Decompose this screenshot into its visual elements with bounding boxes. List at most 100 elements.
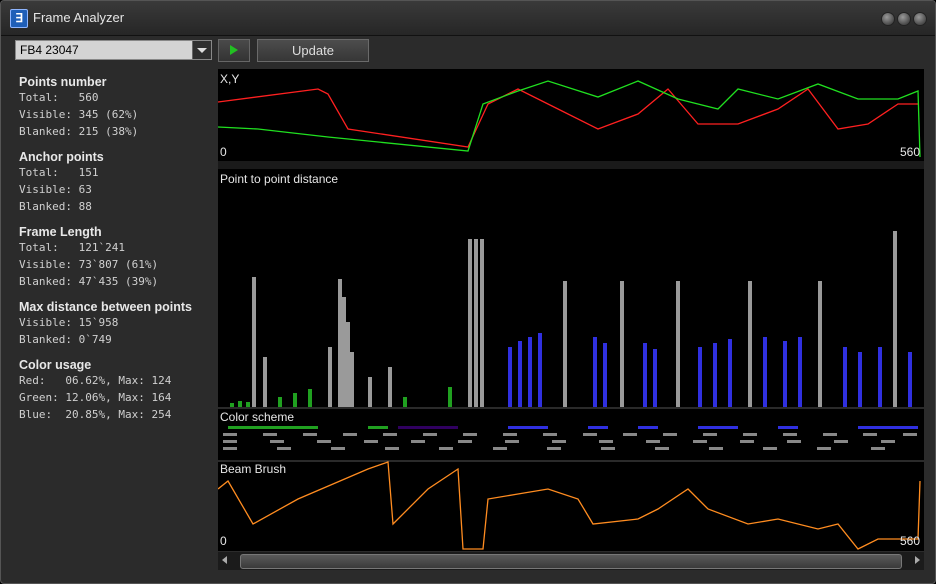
color-scheme-label: Color scheme — [220, 410, 295, 424]
distance-bar — [350, 352, 354, 407]
scheme-marker — [343, 433, 357, 436]
scheme-marker — [783, 433, 797, 436]
distance-bar — [620, 281, 624, 407]
chevron-down-icon[interactable] — [192, 41, 211, 59]
xy-axis-max: 560 — [900, 145, 921, 159]
scheme-marker — [623, 433, 637, 436]
scheme-marker — [223, 433, 237, 436]
distance-bar — [763, 337, 767, 407]
scheme-marker — [463, 433, 477, 436]
distance-bar — [563, 281, 567, 407]
color-scheme-segment — [698, 426, 738, 429]
app-logo-icon: ∃ — [10, 9, 28, 28]
scheme-marker — [583, 433, 597, 436]
scheme-marker — [817, 447, 831, 450]
points-number-heading: Points number — [19, 75, 107, 89]
color-scheme-segment — [398, 426, 458, 429]
distance-bar — [263, 357, 267, 407]
distance-bar — [338, 279, 342, 407]
distance-bar — [278, 397, 282, 407]
scheme-marker — [881, 440, 895, 443]
distance-bar — [643, 343, 647, 407]
scheme-marker — [663, 433, 677, 436]
distance-bar — [893, 231, 897, 407]
distance-bar — [508, 347, 512, 407]
maximize-button[interactable] — [897, 12, 911, 26]
y-trace — [217, 80, 921, 158]
scheme-marker — [763, 447, 777, 450]
frame-select[interactable]: FB4 23047 — [15, 40, 212, 60]
scheme-marker — [743, 433, 757, 436]
update-button[interactable]: Update — [257, 39, 369, 62]
scheme-marker — [277, 447, 291, 450]
scheme-marker — [601, 447, 615, 450]
distance-bar — [908, 352, 912, 407]
distance-bar — [798, 337, 802, 407]
points-blanked: Blanked: 215 (38%) — [19, 125, 139, 138]
distance-bar — [293, 393, 297, 407]
brush-axis-min: 0 — [220, 534, 227, 548]
distance-bar — [728, 339, 732, 407]
anchor-visible: Visible: 63 — [19, 183, 92, 196]
distance-bar — [388, 367, 392, 407]
scheme-marker — [903, 433, 917, 436]
scheme-marker — [505, 440, 519, 443]
distance-bar — [480, 239, 484, 407]
distance-bar — [368, 377, 372, 407]
frame-length-heading: Frame Length — [19, 225, 102, 239]
distance-bar — [468, 239, 472, 407]
maxdist-visible: Visible: 15`958 — [19, 316, 119, 329]
minimize-button[interactable] — [881, 12, 895, 26]
scheme-marker — [331, 447, 345, 450]
distance-bar — [818, 281, 822, 407]
color-blue: Blue: 20.85%, Max: 254 — [19, 408, 172, 421]
distance-bar — [538, 333, 542, 407]
stats-panel: Points number Total: 560 Visible: 345 (6… — [19, 67, 219, 425]
distance-bar — [328, 347, 332, 407]
scheme-marker — [552, 440, 566, 443]
window-title: Frame Analyzer — [33, 10, 125, 25]
distance-plot-label: Point to point distance — [220, 172, 339, 186]
distance-bar — [403, 397, 407, 407]
play-button[interactable] — [218, 39, 250, 62]
distance-bar — [238, 401, 242, 407]
scheme-marker — [871, 447, 885, 450]
distance-bar — [843, 347, 847, 407]
scroll-right-icon[interactable] — [915, 556, 920, 564]
points-visible: Visible: 345 (62%) — [19, 108, 139, 121]
color-usage-heading: Color usage — [19, 358, 92, 372]
scheme-marker — [439, 447, 453, 450]
scheme-marker — [709, 447, 723, 450]
scheme-marker — [303, 433, 317, 436]
length-total: Total: 121`241 — [19, 241, 125, 254]
scheme-marker — [223, 440, 237, 443]
color-scheme-segment — [858, 426, 918, 429]
scheme-marker — [863, 433, 877, 436]
distance-bar — [593, 337, 597, 407]
distance-bar — [518, 341, 522, 407]
scheme-marker — [787, 440, 801, 443]
points-total: Total: 560 — [19, 91, 99, 104]
distance-bar — [308, 389, 312, 407]
distance-bar — [346, 322, 350, 407]
title-bar[interactable]: ∃ Frame Analyzer — [1, 1, 935, 36]
scheme-marker — [458, 440, 472, 443]
scroll-left-icon[interactable] — [222, 556, 227, 564]
length-blanked: Blanked: 47`435 (39%) — [19, 275, 159, 288]
scheme-marker — [385, 447, 399, 450]
distance-bar — [653, 349, 657, 407]
scheme-marker — [503, 433, 517, 436]
distance-bar — [878, 347, 882, 407]
maxdist-blanked: Blanked: 0`749 — [19, 333, 112, 346]
distance-bar — [474, 239, 478, 407]
scheme-marker — [383, 433, 397, 436]
close-button[interactable] — [913, 12, 927, 26]
scheme-marker — [364, 440, 378, 443]
horizontal-scrollbar[interactable] — [218, 552, 924, 570]
scheme-marker — [646, 440, 660, 443]
plot-area[interactable]: X,Y 0 560 Point to point distance Color … — [217, 69, 924, 551]
scheme-marker — [834, 440, 848, 443]
scheme-marker — [543, 433, 557, 436]
color-scheme-segment — [778, 426, 798, 429]
scroll-thumb[interactable] — [240, 554, 902, 569]
